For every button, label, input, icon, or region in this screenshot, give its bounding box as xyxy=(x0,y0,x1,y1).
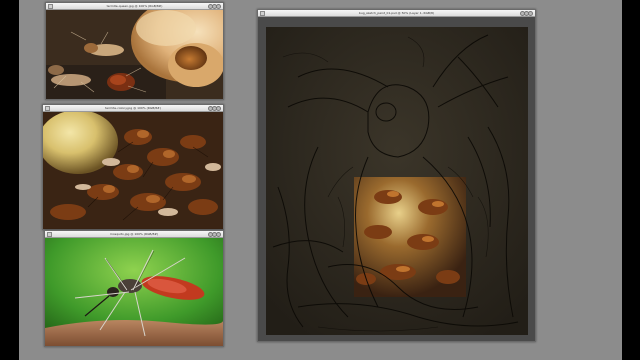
window-titlebar[interactable]: termite-colony.jpg @ 100% (RGB/8#) xyxy=(43,105,223,112)
image-window-mosquito[interactable]: mosquito.jpg @ 100% (RGB/8#) xyxy=(44,230,224,347)
image-window-termite-colony[interactable]: termite-colony.jpg @ 100% (RGB/8#) xyxy=(42,104,224,230)
image-window-termite-queen[interactable]: termite-queen.jpg @ 100% (RGB/8#) xyxy=(45,2,224,100)
close-button-icon[interactable] xyxy=(528,11,533,16)
close-button-icon[interactable] xyxy=(216,232,221,237)
photoshop-workspace: termite-queen.jpg @ 100% (RGB/8#) termit… xyxy=(19,0,622,360)
close-button-icon[interactable] xyxy=(216,106,221,111)
image-termite-queen xyxy=(46,10,223,99)
image-mosquito xyxy=(45,238,223,346)
window-titlebar[interactable]: mosquito.jpg @ 100% (RGB/8#) xyxy=(45,231,223,238)
window-titlebar[interactable]: bug_sketch_paint_01.psd @ 50% (Layer 1, … xyxy=(258,10,535,17)
image-termite-colony xyxy=(43,112,223,229)
window-title: bug_sketch_paint_01.psd @ 50% (Layer 1, … xyxy=(358,11,435,15)
sketch-canvas[interactable] xyxy=(258,17,535,341)
document-window-bug-sketch[interactable]: bug_sketch_paint_01.psd @ 50% (Layer 1, … xyxy=(257,9,536,342)
close-button-icon[interactable] xyxy=(216,4,221,9)
window-titlebar[interactable]: termite-queen.jpg @ 100% (RGB/8#) xyxy=(46,3,223,10)
window-title: mosquito.jpg @ 100% (RGB/8#) xyxy=(109,232,159,236)
window-title: termite-queen.jpg @ 100% (RGB/8#) xyxy=(106,4,163,8)
window-title: termite-colony.jpg @ 100% (RGB/8#) xyxy=(105,106,161,110)
